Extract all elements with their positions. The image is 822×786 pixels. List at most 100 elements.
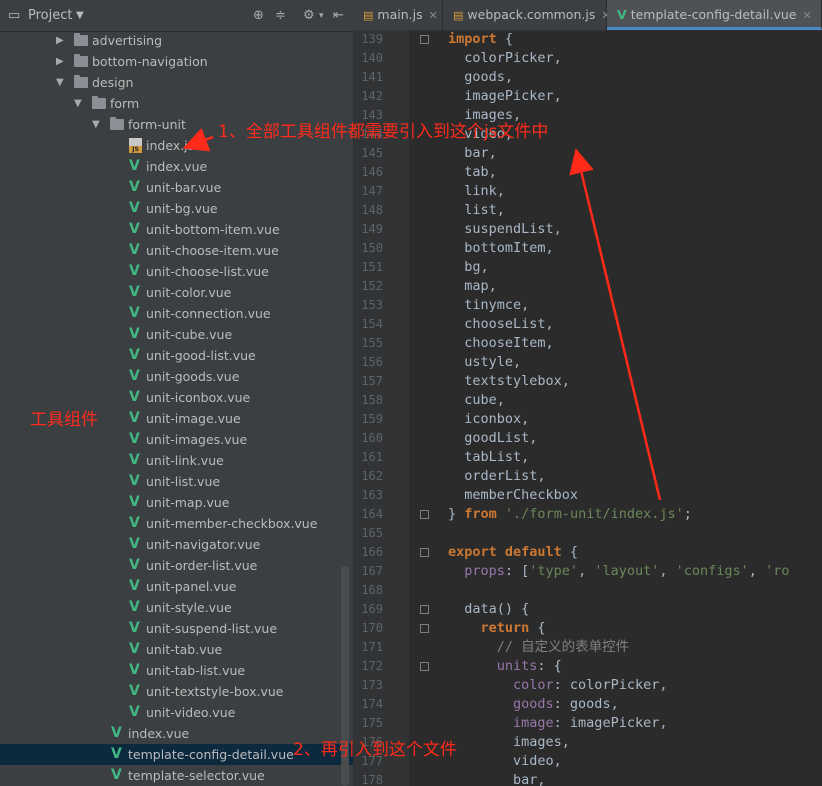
tree-item[interactable]: Vunit-textstyle-box.vue: [0, 681, 353, 702]
collapsed-arrow-icon[interactable]: ▶: [56, 30, 64, 51]
vue-file-icon: V: [129, 578, 140, 594]
gear-dropdown-icon[interactable]: ▾: [319, 8, 324, 24]
line-number: 148: [361, 203, 383, 217]
code-line[interactable]: goodList,: [448, 429, 537, 448]
tree-item[interactable]: Vunit-suspend-list.vue: [0, 618, 353, 639]
tree-item-label: unit-bottom-item.vue: [146, 222, 280, 237]
tree-item[interactable]: Vunit-color.vue: [0, 282, 353, 303]
chevron-down-icon[interactable]: ▼: [76, 8, 84, 24]
line-number: 171: [361, 640, 383, 654]
tree-item-label: unit-navigator.vue: [146, 537, 261, 552]
code-line[interactable]: images,: [448, 733, 570, 752]
tree-item[interactable]: Vunit-list.vue: [0, 471, 353, 492]
code-line[interactable]: import {: [448, 30, 513, 49]
code-line[interactable]: cube,: [448, 391, 505, 410]
vue-file-icon: V: [129, 431, 140, 447]
code-line[interactable]: orderList,: [448, 467, 545, 486]
tree-item[interactable]: Vunit-bottom-item.vue: [0, 219, 353, 240]
code-line[interactable]: memberCheckbox: [448, 486, 578, 505]
tree-item[interactable]: Vunit-panel.vue: [0, 576, 353, 597]
collapsed-arrow-icon[interactable]: ▶: [56, 51, 64, 72]
tree-item[interactable]: Vunit-cube.vue: [0, 324, 353, 345]
tree-item[interactable]: ▶ bottom-navigation: [0, 51, 353, 72]
tree-item[interactable]: Vunit-iconbox.vue: [0, 387, 353, 408]
fold-marker-icon[interactable]: [420, 35, 429, 44]
fold-marker-icon[interactable]: [420, 662, 429, 671]
expanded-arrow-icon[interactable]: ▼: [74, 93, 82, 114]
code-line[interactable]: list,: [448, 201, 505, 220]
code-line[interactable]: return {: [448, 619, 546, 638]
tree-item[interactable]: Vunit-member-checkbox.vue: [0, 513, 353, 534]
gear-icon[interactable]: ⚙: [303, 8, 315, 24]
tree-item[interactable]: ▼ form: [0, 93, 353, 114]
code-line[interactable]: map,: [448, 277, 497, 296]
close-icon[interactable]: ✕: [803, 9, 812, 22]
editor-tab[interactable]: Vtemplate-config-detail.vue ✕: [607, 0, 822, 30]
tree-item[interactable]: ▼ design: [0, 72, 353, 93]
tree-item[interactable]: ▶ advertising: [0, 30, 353, 51]
tree-item[interactable]: Vunit-goods.vue: [0, 366, 353, 387]
tree-item[interactable]: Vunit-choose-item.vue: [0, 240, 353, 261]
code-line[interactable]: bg,: [448, 258, 488, 277]
code-line[interactable]: chooseItem,: [448, 334, 553, 353]
code-line[interactable]: goods,: [448, 68, 513, 87]
code-line[interactable]: suspendList,: [448, 220, 562, 239]
code-line[interactable]: // 自定义的表单控件: [448, 638, 629, 657]
fold-marker-icon[interactable]: [420, 510, 429, 519]
line-number: 178: [361, 773, 383, 786]
code-line[interactable]: link,: [448, 182, 505, 201]
code-line[interactable]: color: colorPicker,: [448, 676, 667, 695]
fold-marker-icon[interactable]: [420, 605, 429, 614]
code-line[interactable]: ustyle,: [448, 353, 521, 372]
code-line[interactable]: bottomItem,: [448, 239, 553, 258]
code-line[interactable]: bar,: [448, 144, 497, 163]
code-line[interactable]: goods: goods,: [448, 695, 619, 714]
tree-item[interactable]: Vunit-style.vue: [0, 597, 353, 618]
tree-item[interactable]: Vunit-images.vue: [0, 429, 353, 450]
tree-item[interactable]: Vunit-order-list.vue: [0, 555, 353, 576]
code-line[interactable]: iconbox,: [448, 410, 529, 429]
tree-item[interactable]: Vindex.vue: [0, 156, 353, 177]
code-line[interactable]: textstylebox,: [448, 372, 570, 391]
expanded-arrow-icon[interactable]: ▼: [92, 114, 100, 135]
code-line[interactable]: units: {: [448, 657, 562, 676]
collapse-all-icon[interactable]: ≑: [275, 8, 286, 24]
code-line[interactable]: data() {: [448, 600, 529, 619]
tree-item[interactable]: Vunit-link.vue: [0, 450, 353, 471]
code-line[interactable]: imagePicker,: [448, 87, 562, 106]
locate-icon[interactable]: ⊕: [253, 8, 264, 24]
editor-tab[interactable]: ▤ main.js ✕: [353, 0, 443, 30]
tree-item[interactable]: Vunit-bar.vue: [0, 177, 353, 198]
code-line[interactable]: export default {: [448, 543, 578, 562]
tree-item[interactable]: Vunit-connection.vue: [0, 303, 353, 324]
tree-item[interactable]: Vunit-choose-list.vue: [0, 261, 353, 282]
tree-item[interactable]: Vunit-tab.vue: [0, 639, 353, 660]
close-icon[interactable]: ✕: [429, 9, 438, 22]
code-line[interactable]: props: ['type', 'layout', 'configs', 'ro: [448, 562, 789, 581]
tree-item-label: unit-suspend-list.vue: [146, 621, 278, 636]
code-line[interactable]: chooseList,: [448, 315, 553, 334]
tree-item[interactable]: Vunit-good-list.vue: [0, 345, 353, 366]
editor-tab[interactable]: ▤ webpack.common.js ✕: [443, 0, 611, 30]
code-line[interactable]: bar,: [448, 771, 546, 786]
project-view-icon[interactable]: ▭: [8, 8, 20, 24]
code-line[interactable]: tinymce,: [448, 296, 529, 315]
tree-item[interactable]: Vunit-bg.vue: [0, 198, 353, 219]
fold-marker-icon[interactable]: [420, 624, 429, 633]
tree-item[interactable]: Vunit-navigator.vue: [0, 534, 353, 555]
code-line[interactable]: tabList,: [448, 448, 529, 467]
fold-marker-icon[interactable]: [420, 548, 429, 557]
tree-item[interactable]: Vunit-tab-list.vue: [0, 660, 353, 681]
code-line[interactable]: colorPicker,: [448, 49, 562, 68]
code-line[interactable]: image: imagePicker,: [448, 714, 667, 733]
code-line[interactable]: video,: [448, 752, 562, 771]
tree-item[interactable]: Vunit-video.vue: [0, 702, 353, 723]
code-line[interactable]: } from './form-unit/index.js';: [448, 505, 692, 524]
tree-item[interactable]: Vunit-map.vue: [0, 492, 353, 513]
expanded-arrow-icon[interactable]: ▼: [56, 72, 64, 93]
tree-item[interactable]: Vtemplate-selector.vue: [0, 765, 353, 786]
code-line[interactable]: tab,: [448, 163, 497, 182]
tree-item-label: unit-tab.vue: [146, 642, 223, 657]
hide-panel-icon[interactable]: ⇤: [333, 8, 344, 24]
project-view-title[interactable]: Project: [28, 8, 72, 24]
